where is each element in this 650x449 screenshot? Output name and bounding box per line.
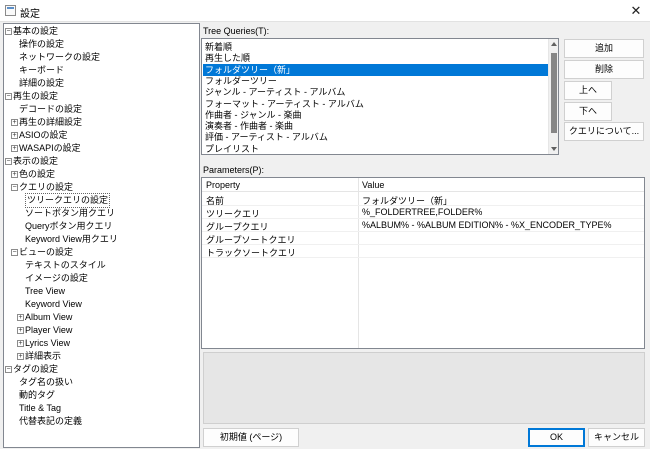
tree-item-label: Queryボタン用クエリ: [25, 221, 113, 231]
tree-item-label: ASIOの設定: [19, 130, 68, 140]
tree-item-label: Tree View: [25, 286, 66, 296]
delete-button[interactable]: 削除: [564, 60, 644, 79]
query-list-item[interactable]: ジャンル - アーティスト - アルバム: [203, 86, 549, 98]
tree-item-label: Album View: [25, 312, 73, 322]
expand-icon[interactable]: +: [11, 145, 18, 152]
tree-item-label: Keyword View: [25, 299, 82, 309]
move-up-button[interactable]: 上へ: [564, 81, 612, 100]
tree-queries-list[interactable]: プレイリスト 評価 - アーティスト - アルバム 演奏者 - 作曲者 - 楽曲 作曲…: [201, 38, 559, 155]
query-list-item[interactable]: 評価 - アーティスト - アルバム: [203, 131, 549, 143]
query-list-item[interactable]: 作曲者 - ジャンル - 楽曲: [203, 109, 549, 121]
tree-item-label: イメージの設定: [25, 273, 88, 283]
tree-item-label: 詳細の設定: [19, 78, 65, 88]
tree-item-label: ビューの設定: [19, 247, 74, 257]
tree-item-label: 再生の詳細設定: [19, 117, 83, 127]
tree-item-label: Keyword View用クエリ: [25, 234, 118, 244]
tree-item-label: ツリークエリの設定: [25, 193, 111, 208]
collapse-icon[interactable]: −: [11, 184, 18, 191]
tree-item-label: 代替表記の定義: [19, 416, 83, 426]
tree-item-label: 表示の設定: [13, 156, 59, 166]
scroll-up-icon[interactable]: [551, 42, 557, 46]
parameter-value[interactable]: %_FOLDERTREE,FOLDER%: [362, 207, 482, 217]
tree-item-label: 操作の設定: [19, 39, 65, 49]
expand-icon[interactable]: +: [11, 132, 18, 139]
parameters-grid[interactable]: Property Value 名前 フォルダツリー（新」 ツリークエリ %_FOLDE…: [201, 177, 645, 349]
tree-item-label: 再生の設定: [13, 91, 59, 101]
tree-item-label: WASAPIの設定: [19, 143, 81, 153]
reset-page-button[interactable]: 初期値 (ページ): [203, 428, 299, 447]
parameter-row[interactable]: ツリークエリ %_FOLDERTREE,FOLDER%: [202, 206, 644, 219]
tree-item-label: 色の設定: [19, 169, 56, 179]
parameters-label: Parameters(P):: [203, 165, 265, 175]
parameter-row[interactable]: 名前 フォルダツリー（新」: [202, 193, 644, 206]
expand-icon[interactable]: +: [17, 353, 24, 360]
tree-item-label: Title & Tag: [19, 403, 62, 413]
scroll-thumb[interactable]: [551, 53, 557, 133]
settings-tree[interactable]: − 基本の設定 操作の設定 ネットワークの設定 キーボード 詳細の設定 − 再生の設定 デコード…: [3, 23, 200, 448]
query-list-item[interactable]: フォルダツリー（新」: [203, 63, 549, 76]
expand-icon[interactable]: +: [17, 340, 24, 347]
tree-item-label: ネットワークの設定: [19, 52, 101, 62]
about-query-button[interactable]: クエリについて...: [564, 122, 644, 141]
title-bar: 設定 ✕: [0, 0, 650, 22]
queries-scrollbar[interactable]: [548, 39, 558, 154]
property-column-header[interactable]: Property: [206, 180, 240, 190]
settings-app-icon: [5, 5, 16, 16]
close-icon[interactable]: ✕: [622, 0, 650, 22]
expand-icon[interactable]: +: [17, 314, 24, 321]
parameter-row[interactable]: グループクエリ %ALBUM% - %ALBUM EDITION% - %X_EN…: [202, 219, 644, 232]
expand-icon[interactable]: +: [11, 171, 18, 178]
tree-item-label: 基本の設定: [13, 26, 59, 36]
tree-item-label: デコードの設定: [19, 104, 83, 114]
query-list-item[interactable]: フォーマット - アーティスト - アルバム: [203, 98, 549, 110]
query-list-item[interactable]: 新着順: [203, 41, 549, 53]
tree-item-label: タグ名の扱い: [19, 377, 74, 387]
grid-header: Property Value: [202, 178, 644, 192]
collapse-icon[interactable]: −: [5, 28, 12, 35]
scroll-down-icon[interactable]: [551, 147, 557, 151]
tree-item-label: ソートボタン用クエリ: [25, 208, 116, 218]
collapse-icon[interactable]: −: [5, 366, 12, 373]
value-column-header[interactable]: Value: [362, 180, 384, 190]
expand-icon[interactable]: +: [11, 119, 18, 126]
description-panel: [203, 352, 645, 424]
window-title: 設定: [20, 9, 40, 20]
expand-icon[interactable]: +: [17, 327, 24, 334]
query-list-item[interactable]: 演奏者 - 作曲者 - 楽曲: [203, 120, 549, 132]
query-list-item[interactable]: プレイリスト: [203, 143, 549, 154]
ok-button[interactable]: OK: [528, 428, 585, 447]
parameter-row[interactable]: グループソートクエリ: [202, 232, 644, 245]
cancel-button[interactable]: キャンセル: [588, 428, 645, 447]
tree-item-label: 動的タグ: [19, 390, 56, 400]
collapse-icon[interactable]: −: [11, 249, 18, 256]
tree-item-label: キーボード: [19, 65, 65, 75]
tree-queries-label: Tree Queries(T):: [203, 26, 270, 36]
query-list-item[interactable]: フォルダーツリー: [203, 75, 549, 87]
tree-item-label: Lyrics View: [25, 338, 71, 348]
collapse-icon[interactable]: −: [5, 158, 12, 165]
tree-item-label: 詳細表示: [25, 351, 62, 361]
parameter-row[interactable]: トラックソートクエリ: [202, 245, 644, 258]
move-down-button[interactable]: 下へ: [564, 102, 612, 121]
tree-item-label: Player View: [25, 325, 73, 335]
tree-item-label: テキストのスタイル: [25, 260, 106, 270]
collapse-icon[interactable]: −: [5, 93, 12, 100]
parameter-value[interactable]: %ALBUM% - %ALBUM EDITION% - %X_ENCODER_T…: [362, 220, 612, 230]
query-list-item[interactable]: 再生した順: [203, 52, 549, 64]
add-button[interactable]: 追加: [564, 39, 644, 58]
tree-item-label: タグの設定: [13, 364, 59, 374]
parameter-property: トラックソートクエリ: [206, 248, 297, 258]
